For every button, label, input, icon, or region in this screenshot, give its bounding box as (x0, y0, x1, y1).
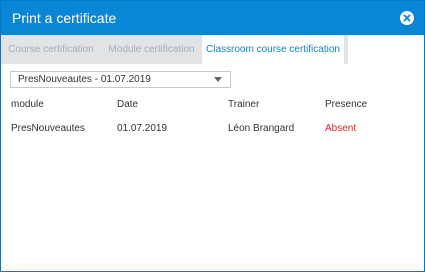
column-header-presence: Presence (325, 99, 368, 110)
tab-course-certification[interactable]: Course certification (1, 35, 101, 64)
cell-presence-status: Absent (325, 123, 357, 134)
dialog-titlebar: Print a certificate (1, 1, 424, 35)
cell-date: 01.07.2019 (117, 123, 168, 134)
session-select[interactable]: PresNouveautes - 01.07.2019 (10, 71, 231, 88)
column-header-trainer: Trainer (228, 99, 260, 110)
column-header-module: module (11, 99, 44, 110)
cell-trainer: Léon Brangard (228, 123, 295, 134)
tab-module-certification[interactable]: Module certification (101, 35, 202, 64)
cell-module: PresNouveautes (11, 123, 85, 134)
tab-bar-end (344, 35, 348, 64)
certification-tabs: Course certification Module certificatio… (1, 35, 424, 64)
tab-classroom-course-certification[interactable]: Classroom course certification (202, 35, 344, 64)
dialog-title: Print a certificate (12, 10, 117, 26)
close-icon[interactable] (400, 11, 414, 25)
column-header-date: Date (117, 99, 139, 110)
chevron-down-icon (214, 77, 222, 82)
print-certificate-dialog: Print a certificate Course certification… (0, 0, 425, 272)
session-select-value: PresNouveautes - 01.07.2019 (18, 74, 151, 85)
